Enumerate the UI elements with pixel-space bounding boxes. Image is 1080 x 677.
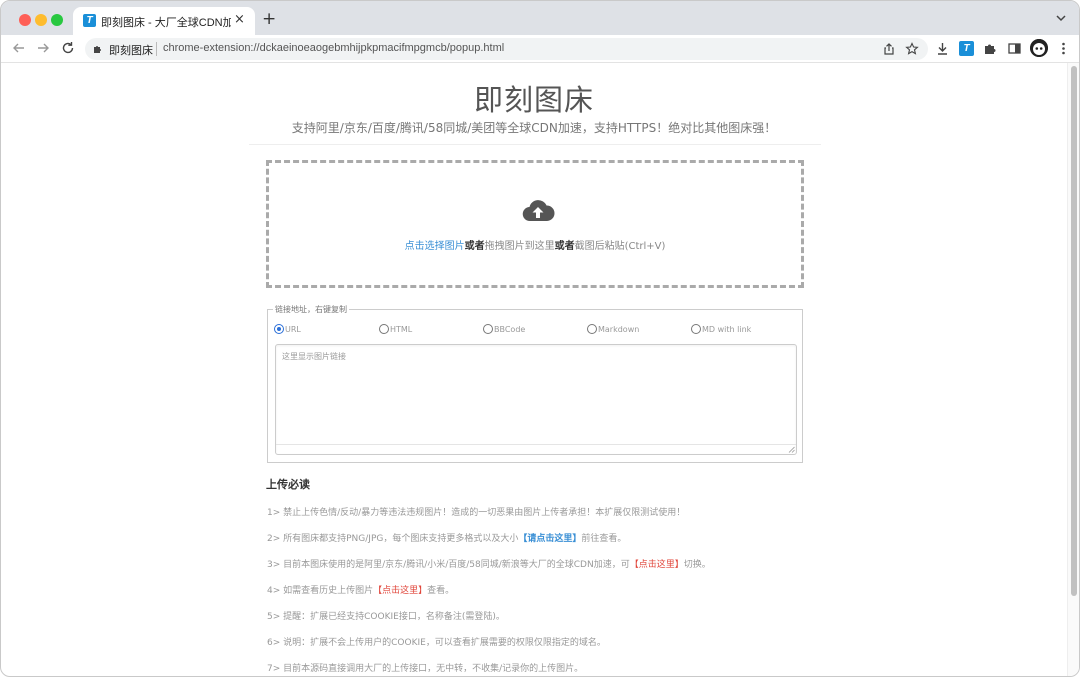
note-item: 1> 禁止上传色情/反动/暴力等违法违规图片！造成的一切恶果由图片上传者承担！本… [267, 505, 685, 518]
tab-close-icon[interactable]: × [234, 13, 245, 27]
note-item: 7> 目前本源码直接调用大厂的上传接口，无中转，不收集/记录你的上传图片。 [267, 661, 583, 674]
cloud-upload-icon [522, 200, 555, 222]
url-text[interactable]: chrome-extension://dckaeinoeaogebmhijpkp… [163, 42, 504, 54]
radio-button[interactable] [274, 324, 284, 334]
note-text: 1> 禁止上传色情/反动/暴力等违法违规图片！造成的一切恶果由图片上传者承担！本… [267, 508, 686, 518]
history-link[interactable]: 【点击这里】 [373, 586, 427, 596]
notes-heading: 上传必读 [266, 478, 310, 491]
radio-button[interactable] [483, 324, 493, 334]
browser-tab[interactable]: T 即刻图床 - 大厂全球CDN加速 × [73, 7, 255, 35]
format-label: MD with link [702, 324, 752, 334]
textarea-footer [276, 444, 796, 454]
browser-toolbar: 即刻图床 chrome-extension://dckaeinoeaogebmh… [1, 35, 1079, 63]
paste-text: 截图后粘贴(Ctrl+V) [574, 241, 666, 252]
note-item: 5> 提醒：扩展已经支持COOKIE接口，名称备注(需登陆)。 [267, 609, 505, 622]
radio-button[interactable] [691, 324, 701, 334]
note-item: 6> 说明：扩展不会上传用户的COOKIE，可以查看扩展需要的权限仅限指定的域名… [267, 635, 606, 648]
link-output-panel: 链接地址，右键复制 URL HTML BBCode Markdown MD wi… [267, 304, 803, 463]
radio-button[interactable] [587, 324, 597, 334]
format-option-html[interactable]: HTML [379, 323, 412, 335]
note-text: 切换。 [683, 560, 711, 570]
radio-button[interactable] [379, 324, 389, 334]
format-option-bbcode[interactable]: BBCode [483, 323, 525, 335]
formats-link[interactable]: 【请点击这里】 [518, 534, 581, 544]
note-text: 2> 所有图床都支持PNG/JPG，每个图床支持更多格式以及大小 [267, 534, 519, 544]
format-option-md-with-link[interactable]: MD with link [691, 323, 751, 335]
format-label: BBCode [494, 324, 526, 334]
tab-bar: T 即刻图床 - 大厂全球CDN加速 × + [1, 1, 1079, 35]
address-divider [156, 42, 157, 56]
minimize-window-button[interactable] [35, 14, 47, 26]
resize-handle-icon[interactable] [788, 446, 795, 453]
note-item: 4> 如需查看历史上传图片【点击这里】查看。 [267, 583, 454, 596]
new-tab-button[interactable]: + [262, 10, 276, 28]
note-text: 前往查看。 [581, 534, 627, 544]
select-image-link[interactable]: 点击选择图片 [405, 241, 465, 252]
close-window-button[interactable] [19, 14, 31, 26]
app-title: 即刻图床 [473, 83, 594, 117]
download-icon[interactable] [935, 41, 950, 56]
or-label: 或者 [464, 241, 485, 252]
tab-search-chevron-icon[interactable] [1055, 12, 1067, 24]
format-label: HTML [390, 324, 413, 334]
note-text: 6> 说明：扩展不会上传用户的COOKIE，可以查看扩展需要的权限仅限指定的域名… [267, 638, 606, 648]
side-panel-icon[interactable] [1007, 41, 1022, 56]
link-panel-legend: 链接地址，右键复制 [273, 304, 349, 315]
textarea-placeholder: 这里显示图片链接 [282, 352, 346, 361]
forward-arrow-icon[interactable] [35, 40, 51, 56]
note-text: 4> 如需查看历史上传图片 [267, 586, 374, 596]
note-text: 查看。 [427, 586, 455, 596]
note-text: 3> 目前本图床使用的是阿里/京东/腾讯/小米/百度/58同城/新浪等大厂的全球… [267, 560, 630, 570]
app-subtitle: 支持阿里/京东/百度/腾讯/58同城/美团等全球CDN加速，支持HTTPS！绝对… [291, 121, 777, 135]
extension-icon[interactable]: T [959, 41, 974, 56]
page-scrollbar[interactable] [1067, 63, 1079, 676]
maximize-window-button[interactable] [51, 14, 63, 26]
scrollbar-thumb[interactable] [1071, 66, 1077, 596]
browser-window: T 即刻图床 - 大厂全球CDN加速 × + 即刻图床 chrome-exten… [0, 0, 1080, 677]
drag-text: 拖拽图片到这里 [484, 241, 555, 252]
format-option-markdown[interactable]: Markdown [587, 323, 639, 335]
dropzone-instructions: 点击选择图片或者拖拽图片到这里或者截图后粘贴(Ctrl+V) [269, 237, 801, 252]
share-icon[interactable] [882, 42, 896, 56]
profile-avatar-icon[interactable] [1030, 39, 1048, 57]
image-link-textarea[interactable]: 这里显示图片链接 [275, 344, 797, 455]
note-text: 5> 提醒：扩展已经支持COOKIE接口，名称备注(需登陆)。 [267, 612, 505, 622]
extensions-puzzle-icon[interactable] [983, 41, 998, 56]
page-content: 即刻图床 支持阿里/京东/百度/腾讯/58同城/美团等全球CDN加速，支持HTT… [1, 63, 1067, 676]
reload-icon[interactable] [60, 40, 76, 56]
puzzle-icon [94, 46, 101, 53]
format-option-url[interactable]: URL [274, 323, 301, 335]
note-item: 3> 目前本图床使用的是阿里/京东/腾讯/小米/百度/58同城/新浪等大厂的全球… [267, 557, 711, 570]
tab-title: 即刻图床 - 大厂全球CDN加速 [101, 17, 231, 29]
format-label: Markdown [598, 324, 640, 334]
site-name: 即刻图床 [109, 45, 153, 57]
bookmark-star-icon[interactable] [905, 42, 919, 56]
back-arrow-icon[interactable] [11, 40, 27, 56]
more-menu-icon[interactable] [1056, 41, 1071, 56]
format-label: URL [285, 324, 301, 334]
address-bar[interactable]: 即刻图床 chrome-extension://dckaeinoeaogebmh… [85, 38, 928, 60]
upload-dropzone[interactable]: 点击选择图片或者拖拽图片到这里或者截图后粘贴(Ctrl+V) [266, 160, 804, 288]
or-label: 或者 [554, 241, 575, 252]
note-text: 7> 目前本源码直接调用大厂的上传接口，无中转，不收集/记录你的上传图片。 [267, 664, 584, 674]
extension-favicon-icon: T [83, 14, 96, 27]
switch-cdn-link[interactable]: 【点击这里】 [630, 560, 684, 570]
header-divider [249, 144, 821, 145]
note-item: 2> 所有图床都支持PNG/JPG，每个图床支持更多格式以及大小【请点击这里】前… [267, 531, 626, 544]
